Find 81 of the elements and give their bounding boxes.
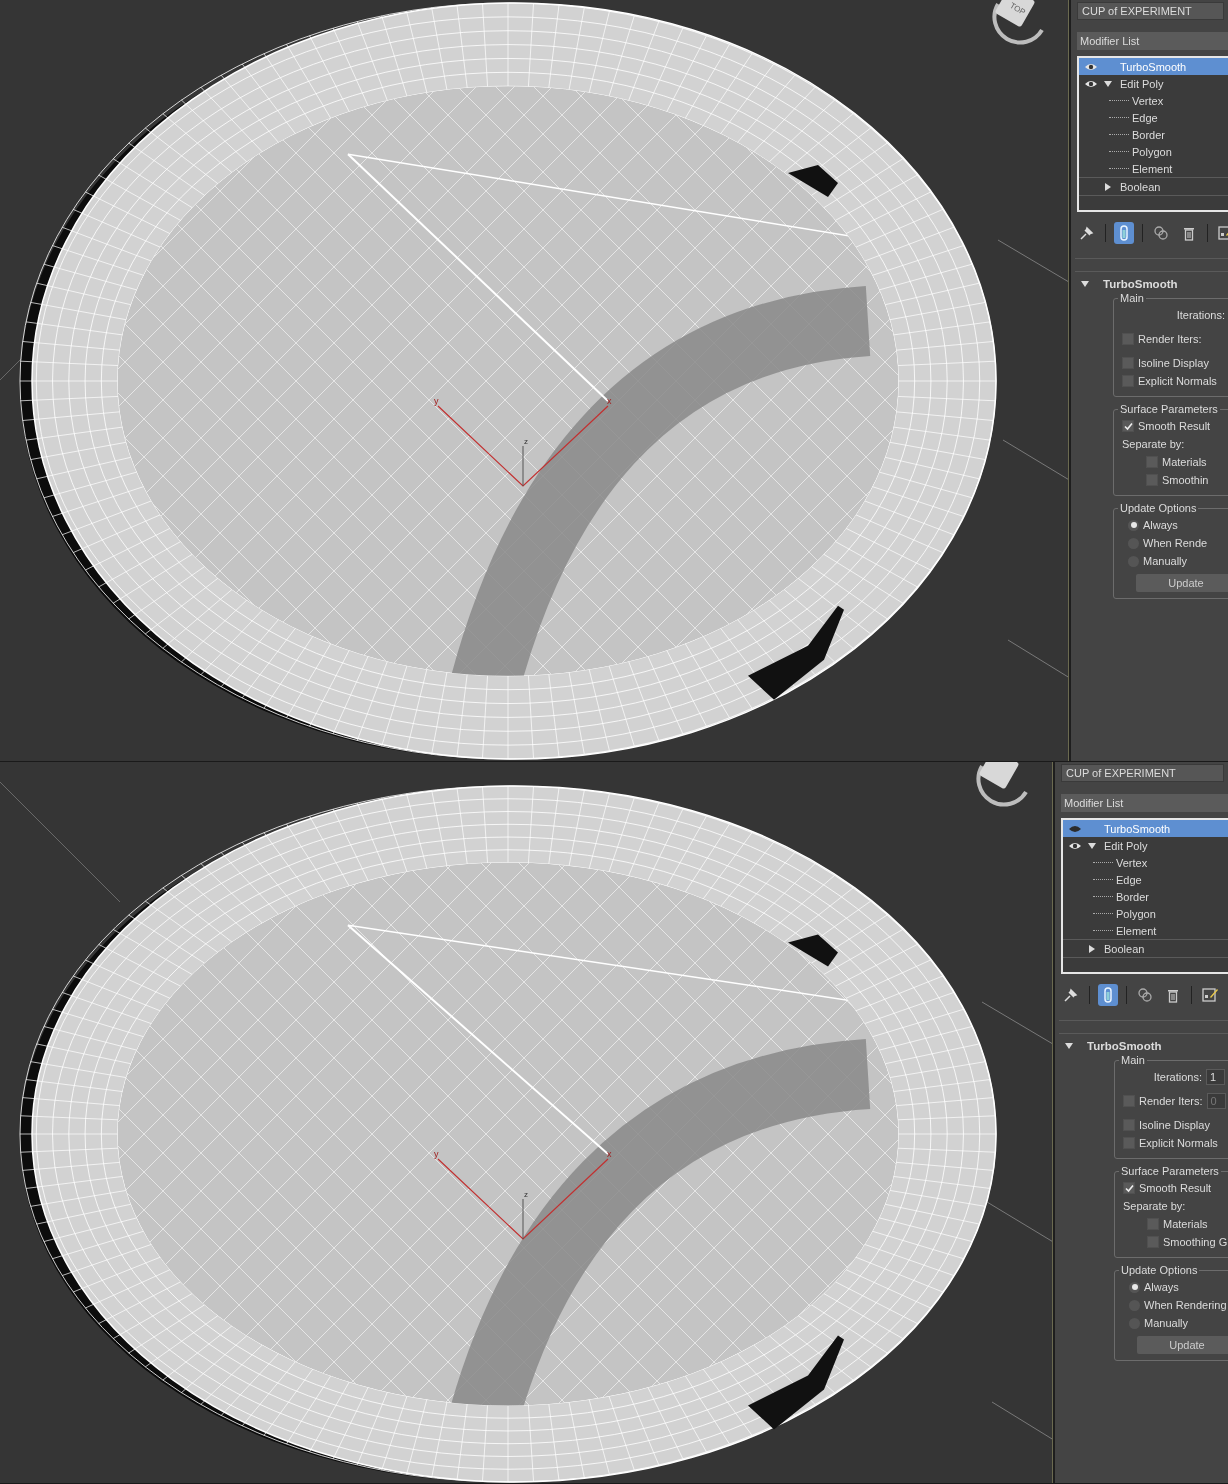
- checkbox-label: Smoothin: [1162, 474, 1209, 486]
- sub-object-item[interactable]: Vertex: [1116, 856, 1148, 869]
- rollout-title[interactable]: TurboSmooth: [1103, 278, 1178, 290]
- axis-label: z: [524, 437, 528, 446]
- sub-object-item[interactable]: Border: [1116, 890, 1150, 903]
- spinner-field[interactable]: 1: [1206, 1069, 1225, 1085]
- checkbox-label: Explicit Normals: [1139, 1137, 1218, 1149]
- viewcube-drawing[interactable]: [992, 0, 1044, 45]
- sub-object-item[interactable]: Polygon: [1132, 145, 1172, 158]
- expand-triangle-icon[interactable]: [1081, 280, 1089, 288]
- checkbox[interactable]: [1123, 1182, 1135, 1194]
- sub-object-item[interactable]: Element: [1116, 924, 1157, 937]
- checkbox-label: Materials: [1162, 456, 1207, 468]
- eye-icon[interactable]: [1084, 61, 1098, 72]
- modifier-name: Edit Poly: [1104, 839, 1148, 852]
- checkbox[interactable]: [1122, 420, 1134, 432]
- radio-label: Always: [1144, 1281, 1179, 1293]
- expand-triangle-icon[interactable]: [1088, 944, 1096, 953]
- test-tube-icon[interactable]: [1098, 984, 1118, 1006]
- modifier-name: Edit Poly: [1120, 77, 1164, 90]
- object-name-field[interactable]: CUP of EXPERIMENT: [1077, 2, 1224, 20]
- sub-object-item[interactable]: Vertex: [1132, 94, 1164, 107]
- radio-button[interactable]: [1129, 1281, 1140, 1293]
- checkbox-label: Materials: [1163, 1218, 1208, 1230]
- checkbox-label: Smooth Result: [1139, 1182, 1212, 1194]
- eye-icon[interactable]: [1084, 78, 1098, 89]
- checkbox-label: Explicit Normals: [1138, 375, 1217, 387]
- modifier-name: Boolean: [1120, 180, 1161, 193]
- checkbox-label: Isoline Display: [1139, 1119, 1210, 1131]
- modifier-stack-item[interactable]: Edit Poly: [1063, 837, 1228, 854]
- modifier-list-dropdown[interactable]: Modifier List: [1061, 794, 1228, 812]
- axis-label: y: [434, 396, 439, 406]
- radio-label: Manually: [1143, 555, 1188, 567]
- modifier-name: Boolean: [1104, 942, 1145, 955]
- test-tube-icon[interactable]: [1114, 222, 1134, 244]
- modifier-name: TurboSmooth: [1104, 822, 1171, 835]
- modifier-stack-item[interactable]: Boolean: [1079, 177, 1228, 196]
- field-label: Iterations:: [1176, 309, 1225, 321]
- group-title: Surface Parameters: [1120, 1165, 1220, 1177]
- sub-object-item[interactable]: Border: [1132, 128, 1166, 141]
- field-label: Iterations:: [1153, 1071, 1202, 1083]
- field-label: Separate by:: [1123, 1200, 1186, 1212]
- radio-label: When Rendering: [1144, 1299, 1227, 1311]
- sub-object-item[interactable]: Element: [1132, 162, 1173, 175]
- checkbox-label: Smooth Result: [1138, 420, 1211, 432]
- update-button[interactable]: Update: [1136, 574, 1228, 592]
- expand-triangle-icon[interactable]: [1104, 182, 1112, 191]
- expand-triangle-icon[interactable]: [1065, 1042, 1073, 1050]
- rollout-title[interactable]: TurboSmooth: [1087, 1040, 1162, 1052]
- expand-triangle-icon[interactable]: [1088, 841, 1096, 850]
- modifier-name: TurboSmooth: [1120, 60, 1187, 73]
- checkbox-label: Render Iters:: [1138, 333, 1202, 345]
- sub-object-item[interactable]: Edge: [1116, 873, 1142, 886]
- update-button[interactable]: Update: [1137, 1336, 1228, 1354]
- axis-label: x: [607, 1149, 612, 1159]
- radio-label: Always: [1143, 519, 1178, 531]
- checkbox-label: Render Iters:: [1139, 1095, 1203, 1107]
- sub-object-item[interactable]: Polygon: [1116, 907, 1156, 920]
- expand-triangle-icon[interactable]: [1104, 79, 1112, 88]
- group-title: Update Options: [1119, 502, 1198, 514]
- radio-label: When Rende: [1143, 537, 1208, 549]
- radio-label: Manually: [1144, 1317, 1189, 1329]
- axis-label: x: [607, 396, 612, 406]
- viewcube-drawing[interactable]: [976, 762, 1028, 807]
- checkbox-label: Smoothing G: [1163, 1236, 1228, 1248]
- axis-label: z: [524, 1190, 528, 1199]
- eye-icon[interactable]: [1068, 823, 1082, 834]
- checkbox-label: Isoline Display: [1138, 357, 1209, 369]
- modifier-list-dropdown[interactable]: Modifier List: [1077, 32, 1228, 50]
- radio-button[interactable]: [1128, 519, 1139, 531]
- group-title: Main: [1119, 292, 1145, 304]
- axis-label: y: [434, 1149, 439, 1159]
- field-label: Separate by:: [1122, 438, 1185, 450]
- modifier-stack-item[interactable]: Boolean: [1063, 939, 1228, 958]
- group-title: Main: [1120, 1054, 1146, 1066]
- group-title: Surface Parameters: [1119, 403, 1219, 415]
- modifier-stack-item[interactable]: Edit Poly: [1079, 75, 1228, 92]
- sub-object-item[interactable]: Edge: [1132, 111, 1158, 124]
- object-name-field[interactable]: CUP of EXPERIMENT: [1061, 764, 1224, 782]
- eye-icon[interactable]: [1068, 840, 1082, 851]
- group-title: Update Options: [1120, 1264, 1199, 1276]
